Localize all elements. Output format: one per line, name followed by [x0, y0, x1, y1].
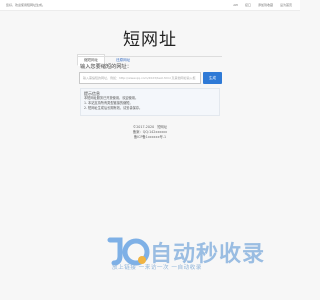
set-homepage-link[interactable]: 设为首页 [280, 3, 292, 7]
tips-line: 2. 短网址生成后长期有效，请妥善保存。 [84, 106, 143, 110]
top-bar: 您好，欢迎使用短网址生成。 API 接口 添加到收藏 设为首页 [0, 0, 300, 11]
page-title: 短网址 [123, 30, 177, 50]
url-prompt-label: 输入您要缩短的网址： [80, 64, 132, 70]
interface-link[interactable]: 接口 [245, 3, 251, 7]
add-favorite-link[interactable]: 添加到收藏 [258, 3, 273, 7]
footer-brand-link[interactable]: 短网址 [157, 125, 167, 129]
tab-divider [77, 56, 222, 57]
copyright-text: ©2017-2020 [132, 125, 155, 129]
footer: ©2017-2020 短网址 备案：QQ:142xxxxxx 备ICP备1xxxx… [0, 125, 300, 141]
welcome-text: 您好，欢迎使用短网址生成。 [6, 3, 46, 7]
top-links: API 接口 添加到收藏 设为首页 [227, 0, 292, 10]
tips-box: 提示信息 本短网址服务已开放使用，欢迎使用。 1. 本站支持所有类型链接的缩短。… [80, 88, 220, 116]
watermark-slogan: 放上链接 一来访一次 一自动收录 [112, 265, 202, 271]
url-input[interactable]: 输入需缩短的网址，例如：http://www.qq.com/2023/test.… [79, 72, 201, 84]
url-form: 输入需缩短的网址，例如：http://www.qq.com/2023/test.… [79, 72, 222, 84]
generate-button[interactable]: 生成 [203, 72, 222, 84]
api-link[interactable]: API [233, 3, 238, 7]
footer-icp[interactable]: 备ICP备1xxxxxx号-1 [0, 135, 300, 140]
